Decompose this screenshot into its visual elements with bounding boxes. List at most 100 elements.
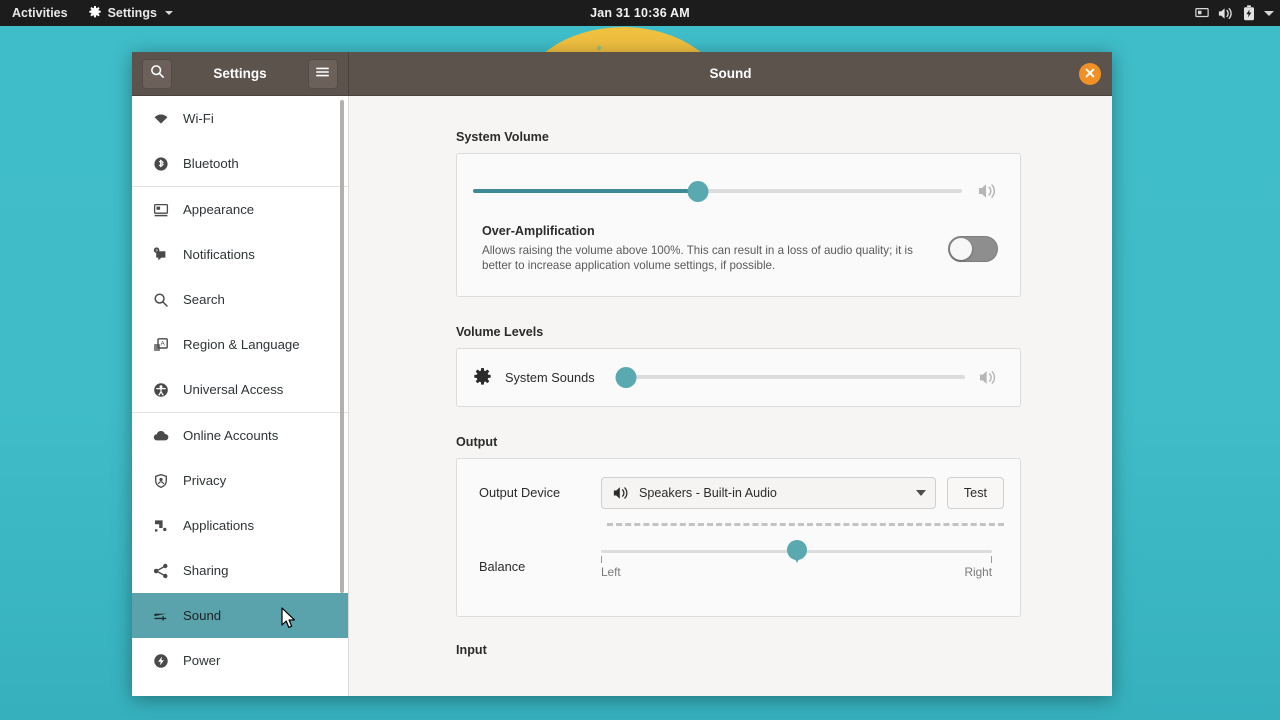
header-right-pane: Sound xyxy=(349,52,1112,95)
battery-charging-icon[interactable] xyxy=(1243,5,1255,21)
window-header-bar: Settings Sound xyxy=(132,52,1112,96)
activities-button[interactable]: Activities xyxy=(0,0,78,26)
notifications-icon: 9 xyxy=(153,247,169,263)
output-device-row: Output Device Speakers - Built-in Audio xyxy=(457,459,1020,509)
clock: Jan 31 10:36 AM xyxy=(590,6,690,20)
gnome-top-bar: Activities Settings Jan 31 10:36 AM xyxy=(0,0,1280,26)
svg-text:9: 9 xyxy=(156,248,158,252)
sidebar-item-sharing[interactable]: Sharing xyxy=(132,548,348,593)
system-volume-slider[interactable] xyxy=(473,182,962,200)
cloud-icon xyxy=(153,428,169,444)
balance-label: Balance xyxy=(479,559,601,574)
caret-down-icon xyxy=(165,11,173,15)
output-device-value: Speakers - Built-in Audio xyxy=(639,486,907,500)
sidebar-item-label: Privacy xyxy=(183,473,226,488)
sidebar-item-privacy[interactable]: Privacy xyxy=(132,458,348,503)
over-amplification-title: Over-Amplification xyxy=(482,224,930,238)
sidebar-item-label: Universal Access xyxy=(183,382,283,397)
sidebar-list: Wi-Fi Bluetooth Appearance 9 Notifications Se… xyxy=(132,96,348,683)
wifi-icon xyxy=(153,111,169,127)
volume-levels-card: System Sounds xyxy=(456,348,1021,407)
sidebar-item-power[interactable]: Power xyxy=(132,638,348,683)
settings-window: Settings Sound xyxy=(132,52,1112,696)
slider-handle[interactable] xyxy=(616,367,637,388)
slider-handle[interactable] xyxy=(787,540,807,560)
sidebar-item-bluetooth[interactable]: Bluetooth xyxy=(132,141,348,186)
volume-icon xyxy=(978,368,998,386)
search-icon xyxy=(153,292,169,308)
sound-panel: System Volume xyxy=(349,96,1112,696)
input-heading: Input xyxy=(456,643,1112,657)
bluetooth-icon xyxy=(153,156,169,172)
activities-label: Activities xyxy=(12,6,68,20)
slider-track xyxy=(626,375,965,379)
output-device-label: Output Device xyxy=(479,485,601,500)
monitor-icon xyxy=(153,202,169,218)
page-title: Sound xyxy=(710,66,752,81)
balance-left-tick xyxy=(601,556,602,563)
sidebar-item-label: Applications xyxy=(183,518,254,533)
sidebar-item-label: Notifications xyxy=(183,247,255,262)
balance-left-label: Left xyxy=(601,565,621,579)
balance-slider[interactable]: Left Right xyxy=(601,544,992,590)
display-icon[interactable] xyxy=(1195,6,1209,20)
output-heading: Output xyxy=(456,435,1112,449)
output-card: Output Device Speakers - Built-in Audio xyxy=(456,458,1021,617)
search-button[interactable] xyxy=(142,59,172,89)
close-icon xyxy=(1085,67,1095,80)
sidebar-item-label: Bluetooth xyxy=(183,156,239,171)
sidebar-item-label: Sound xyxy=(183,608,221,623)
power-bolt-icon xyxy=(153,653,169,669)
sound-mixer-icon xyxy=(153,608,169,624)
sidebar-item-wi-fi[interactable]: Wi-Fi xyxy=(132,96,348,141)
sidebar-item-label: Online Accounts xyxy=(183,428,278,443)
volume-icon xyxy=(613,485,630,501)
system-volume-heading: System Volume xyxy=(456,130,1112,144)
hamburger-menu-icon xyxy=(315,65,330,83)
toggle-knob xyxy=(950,238,972,260)
window-body: Wi-Fi Bluetooth Appearance 9 Notifications Se… xyxy=(132,96,1112,696)
balance-right-tick xyxy=(991,556,992,563)
over-amplification-row: Over-Amplification Allows raising the vo… xyxy=(457,224,1020,296)
test-button[interactable]: Test xyxy=(947,477,1004,509)
header-left-pane: Settings xyxy=(132,52,349,95)
shield-person-icon xyxy=(153,473,169,489)
main-menu-button[interactable] xyxy=(308,59,338,89)
sidebar-item-label: Appearance xyxy=(183,202,254,217)
gear-icon xyxy=(88,6,102,20)
system-sounds-slider[interactable] xyxy=(626,368,965,386)
output-device-dropdown[interactable]: Speakers - Built-in Audio xyxy=(601,477,936,509)
slider-fill xyxy=(473,189,698,193)
sidebar-item-universal-access[interactable]: Universal Access xyxy=(132,367,348,412)
sidebar-item-label: Power xyxy=(183,653,220,668)
sidebar-item-label: Sharing xyxy=(183,563,228,578)
sidebar-item-applications[interactable]: Applications xyxy=(132,503,348,548)
search-icon xyxy=(150,64,165,84)
svg-text:A: A xyxy=(160,340,165,347)
over-amplification-description: Allows raising the volume above 100%. Th… xyxy=(482,243,930,274)
sidebar-item-region-language[interactable]: A Region & Language xyxy=(132,322,348,367)
gear-icon xyxy=(473,368,492,387)
language-icon: A xyxy=(153,337,169,353)
app-menu-settings[interactable]: Settings xyxy=(78,0,183,26)
volume-icon[interactable] xyxy=(1218,6,1234,21)
close-button[interactable] xyxy=(1079,63,1101,85)
sidebar-item-appearance[interactable]: Appearance xyxy=(132,187,348,232)
system-volume-row xyxy=(457,154,1020,224)
sidebar-scrollbar[interactable] xyxy=(340,100,344,593)
accessibility-icon xyxy=(153,382,169,398)
caret-down-icon[interactable] xyxy=(1264,11,1274,16)
applications-icon xyxy=(153,518,169,534)
sidebar-item-search[interactable]: Search xyxy=(132,277,348,322)
settings-sidebar: Wi-Fi Bluetooth Appearance 9 Notifications Se… xyxy=(132,96,349,696)
slider-handle[interactable] xyxy=(687,181,708,202)
sidebar-item-online-accounts[interactable]: Online Accounts xyxy=(132,413,348,458)
test-button-label: Test xyxy=(964,486,987,500)
sidebar-item-sound[interactable]: Sound xyxy=(132,593,348,638)
balance-right-label: Right xyxy=(964,565,992,579)
sidebar-item-label: Wi-Fi xyxy=(183,111,214,126)
sidebar-item-notifications[interactable]: 9 Notifications xyxy=(132,232,348,277)
balance-row: Balance Left Right xyxy=(457,526,1020,616)
over-amplification-toggle[interactable] xyxy=(948,236,998,262)
sidebar-item-label: Region & Language xyxy=(183,337,300,352)
